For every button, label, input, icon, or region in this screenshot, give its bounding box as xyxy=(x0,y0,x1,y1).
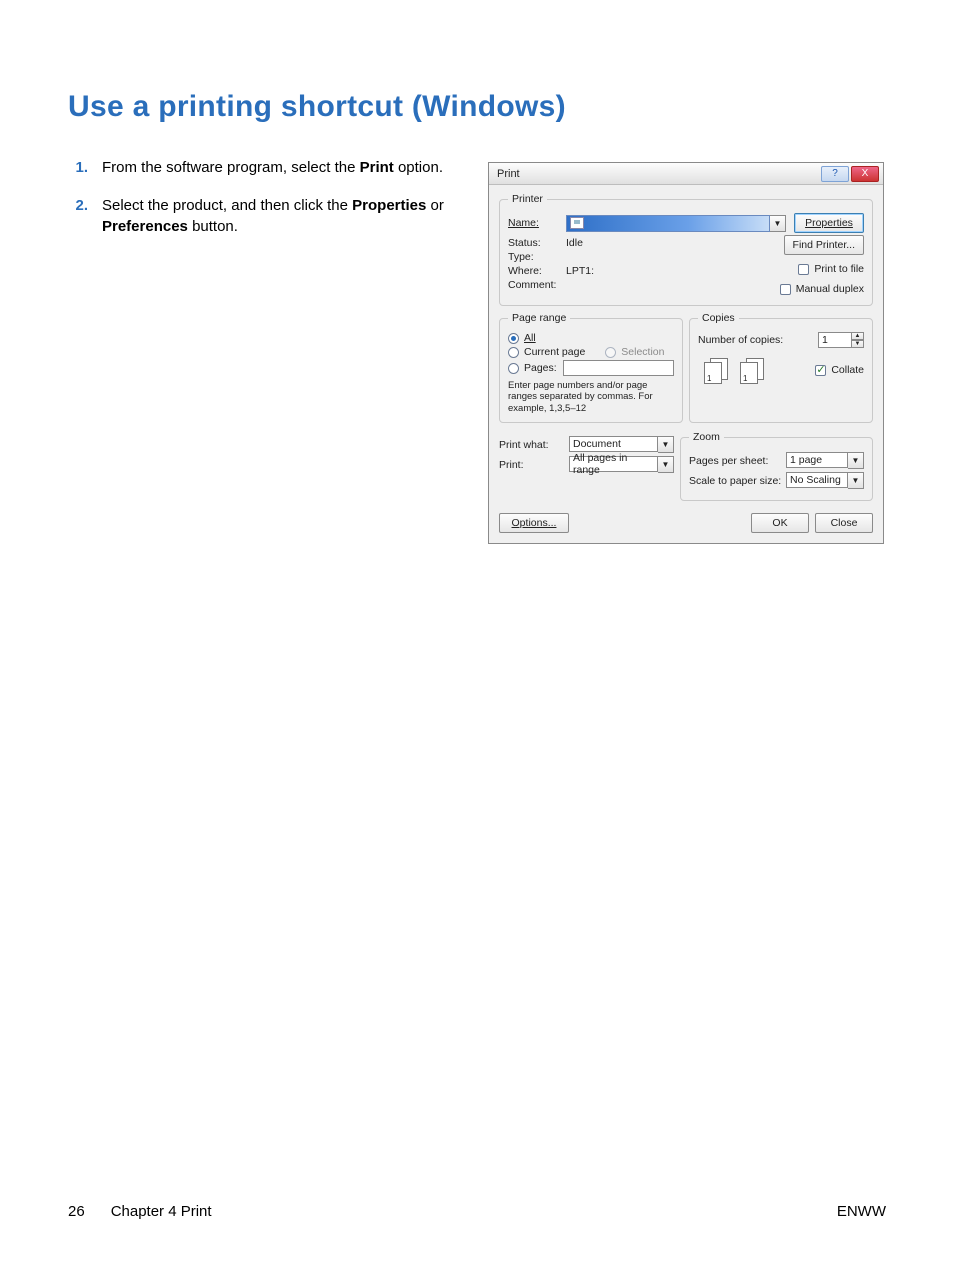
pages-radio[interactable] xyxy=(508,363,519,374)
print-what-label: Print what: xyxy=(499,439,569,451)
page-range-group: Page range All Current page Selection Pa… xyxy=(499,312,683,423)
status-value: Idle xyxy=(566,237,583,249)
steps-column: 1. From the software program, select the… xyxy=(68,158,468,544)
selection-label: Selection xyxy=(621,346,664,358)
page-footer: 26 Chapter 4 Print ENWW xyxy=(68,1203,886,1220)
printer-icon xyxy=(570,217,584,229)
step-text: From the software program, select the Pr… xyxy=(102,158,468,178)
printer-group: Printer Name: ▼ Properties xyxy=(499,193,873,306)
dialog-title: Print xyxy=(497,168,819,180)
collate-label: Collate xyxy=(831,364,864,376)
find-printer-button[interactable]: Find Printer... xyxy=(784,235,864,255)
step-1: 1. From the software program, select the… xyxy=(68,158,468,178)
help-button[interactable]: ? xyxy=(821,166,849,182)
collate-checkbox[interactable] xyxy=(815,365,826,376)
step-text: Select the product, and then click the P… xyxy=(102,196,468,237)
properties-button[interactable]: Properties xyxy=(794,213,864,233)
type-label: Type: xyxy=(508,251,566,263)
manual-duplex-label: Manual duplex xyxy=(796,283,864,295)
dropdown-arrow-icon[interactable]: ▼ xyxy=(848,472,864,489)
step-2: 2. Select the product, and then click th… xyxy=(68,196,468,237)
ok-button[interactable]: OK xyxy=(751,513,809,533)
selection-radio xyxy=(605,347,616,358)
copies-group: Copies Number of copies: 1 ▲▼ 21 xyxy=(689,312,873,423)
print-to-file-checkbox[interactable] xyxy=(798,264,809,275)
dialog-titlebar: Print ? X xyxy=(489,163,883,185)
close-dialog-button[interactable]: Close xyxy=(815,513,873,533)
chapter-label: Chapter 4 Print xyxy=(111,1203,212,1220)
pages-input[interactable] xyxy=(563,360,674,376)
collate-icon: 21 21 xyxy=(704,358,766,384)
dropdown-arrow-icon[interactable]: ▼ xyxy=(658,436,674,453)
page-range-legend: Page range xyxy=(508,312,570,324)
page-range-hint: Enter page numbers and/or page ranges se… xyxy=(508,380,674,414)
print-dialog: Print ? X Printer Name: ▼ xyxy=(488,162,884,544)
dropdown-arrow-icon[interactable]: ▼ xyxy=(658,456,674,473)
pages-per-sheet-label: Pages per sheet: xyxy=(689,455,786,467)
all-label: All xyxy=(524,332,536,344)
manual-duplex-checkbox[interactable] xyxy=(780,284,791,295)
step-number: 2. xyxy=(68,196,102,237)
printer-legend: Printer xyxy=(508,193,547,205)
copies-legend: Copies xyxy=(698,312,739,324)
dropdown-arrow-icon[interactable]: ▼ xyxy=(848,452,864,469)
page-title: Use a printing shortcut (Windows) xyxy=(68,90,886,124)
dropdown-arrow-icon[interactable]: ▼ xyxy=(770,215,786,232)
print-select[interactable]: All pages in range xyxy=(569,456,658,472)
where-value: LPT1: xyxy=(566,265,594,277)
language-code: ENWW xyxy=(837,1203,886,1220)
comment-label: Comment: xyxy=(508,279,566,291)
page-number: 26 xyxy=(68,1203,85,1220)
name-label: Name: xyxy=(508,217,566,229)
step-number: 1. xyxy=(68,158,102,178)
current-page-label: Current page xyxy=(524,346,585,358)
pages-label: Pages: xyxy=(524,362,557,374)
print-label: Print: xyxy=(499,459,569,471)
zoom-group: Zoom Pages per sheet: 1 page ▼ Scale to … xyxy=(680,431,873,501)
options-button[interactable]: Options... xyxy=(499,513,569,533)
num-copies-label: Number of copies: xyxy=(698,334,818,346)
pages-per-sheet-select[interactable]: 1 page xyxy=(786,452,848,468)
num-copies-input[interactable]: 1 xyxy=(818,332,852,348)
scale-label: Scale to paper size: xyxy=(689,475,786,487)
print-what-select[interactable]: Document xyxy=(569,436,658,452)
status-label: Status: xyxy=(508,237,566,249)
copies-spinner[interactable]: ▲▼ xyxy=(852,332,864,348)
print-to-file-label: Print to file xyxy=(814,263,864,275)
where-label: Where: xyxy=(508,265,566,277)
all-radio[interactable] xyxy=(508,333,519,344)
close-button[interactable]: X xyxy=(851,166,879,182)
scale-select[interactable]: No Scaling xyxy=(786,472,848,488)
printer-name-select[interactable] xyxy=(566,215,770,232)
current-page-radio[interactable] xyxy=(508,347,519,358)
zoom-legend: Zoom xyxy=(689,431,724,443)
